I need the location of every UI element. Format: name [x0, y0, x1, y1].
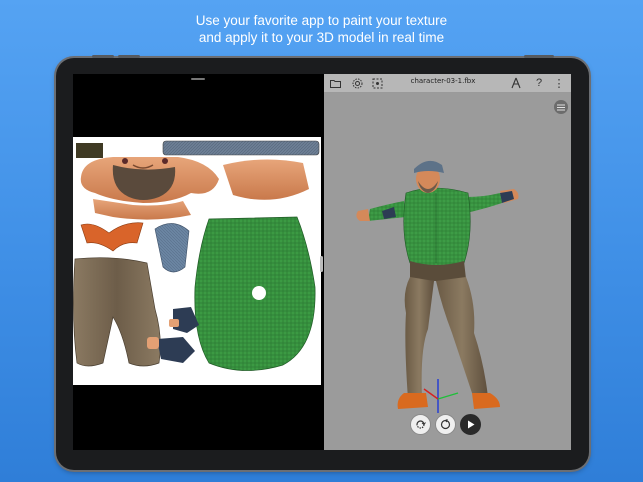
texture-atlas-art	[73, 140, 320, 371]
volume-button	[118, 55, 140, 58]
gear-icon[interactable]	[350, 76, 364, 90]
axis-gizmo	[423, 379, 459, 413]
help-icon[interactable]: ?	[532, 76, 546, 90]
ipad-screen: character-03-1.fbx ? ⋮	[73, 74, 571, 450]
camera-reset-icon[interactable]	[370, 76, 384, 90]
viewer-toolbar: character-03-1.fbx ? ⋮	[324, 74, 571, 93]
texture-image[interactable]	[73, 137, 321, 385]
multitask-grabber[interactable]	[191, 78, 205, 80]
play-icon[interactable]	[460, 414, 481, 435]
caption-line-2: and apply it to your 3D model in real ti…	[198, 30, 445, 45]
3d-viewport[interactable]	[324, 93, 571, 413]
folder-icon[interactable]	[328, 76, 342, 90]
compass-icon[interactable]	[509, 76, 523, 90]
model-viewer-pane[interactable]: character-03-1.fbx ? ⋮	[324, 74, 571, 450]
promo-caption: Use your favorite app to paint your text…	[0, 12, 643, 46]
model-filename: character-03-1.fbx	[410, 77, 476, 85]
caption-line-1: Use your favorite app to paint your text…	[195, 13, 448, 28]
loop-icon[interactable]	[410, 414, 431, 435]
more-icon[interactable]: ⋮	[552, 76, 566, 90]
texture-editor-pane[interactable]	[73, 74, 322, 450]
split-view-divider[interactable]	[320, 256, 323, 272]
volume-button	[92, 55, 114, 58]
loop-sync-icon[interactable]	[435, 414, 456, 435]
playback-controls	[410, 414, 481, 436]
power-button	[524, 55, 554, 58]
character-model[interactable]	[356, 160, 519, 409]
